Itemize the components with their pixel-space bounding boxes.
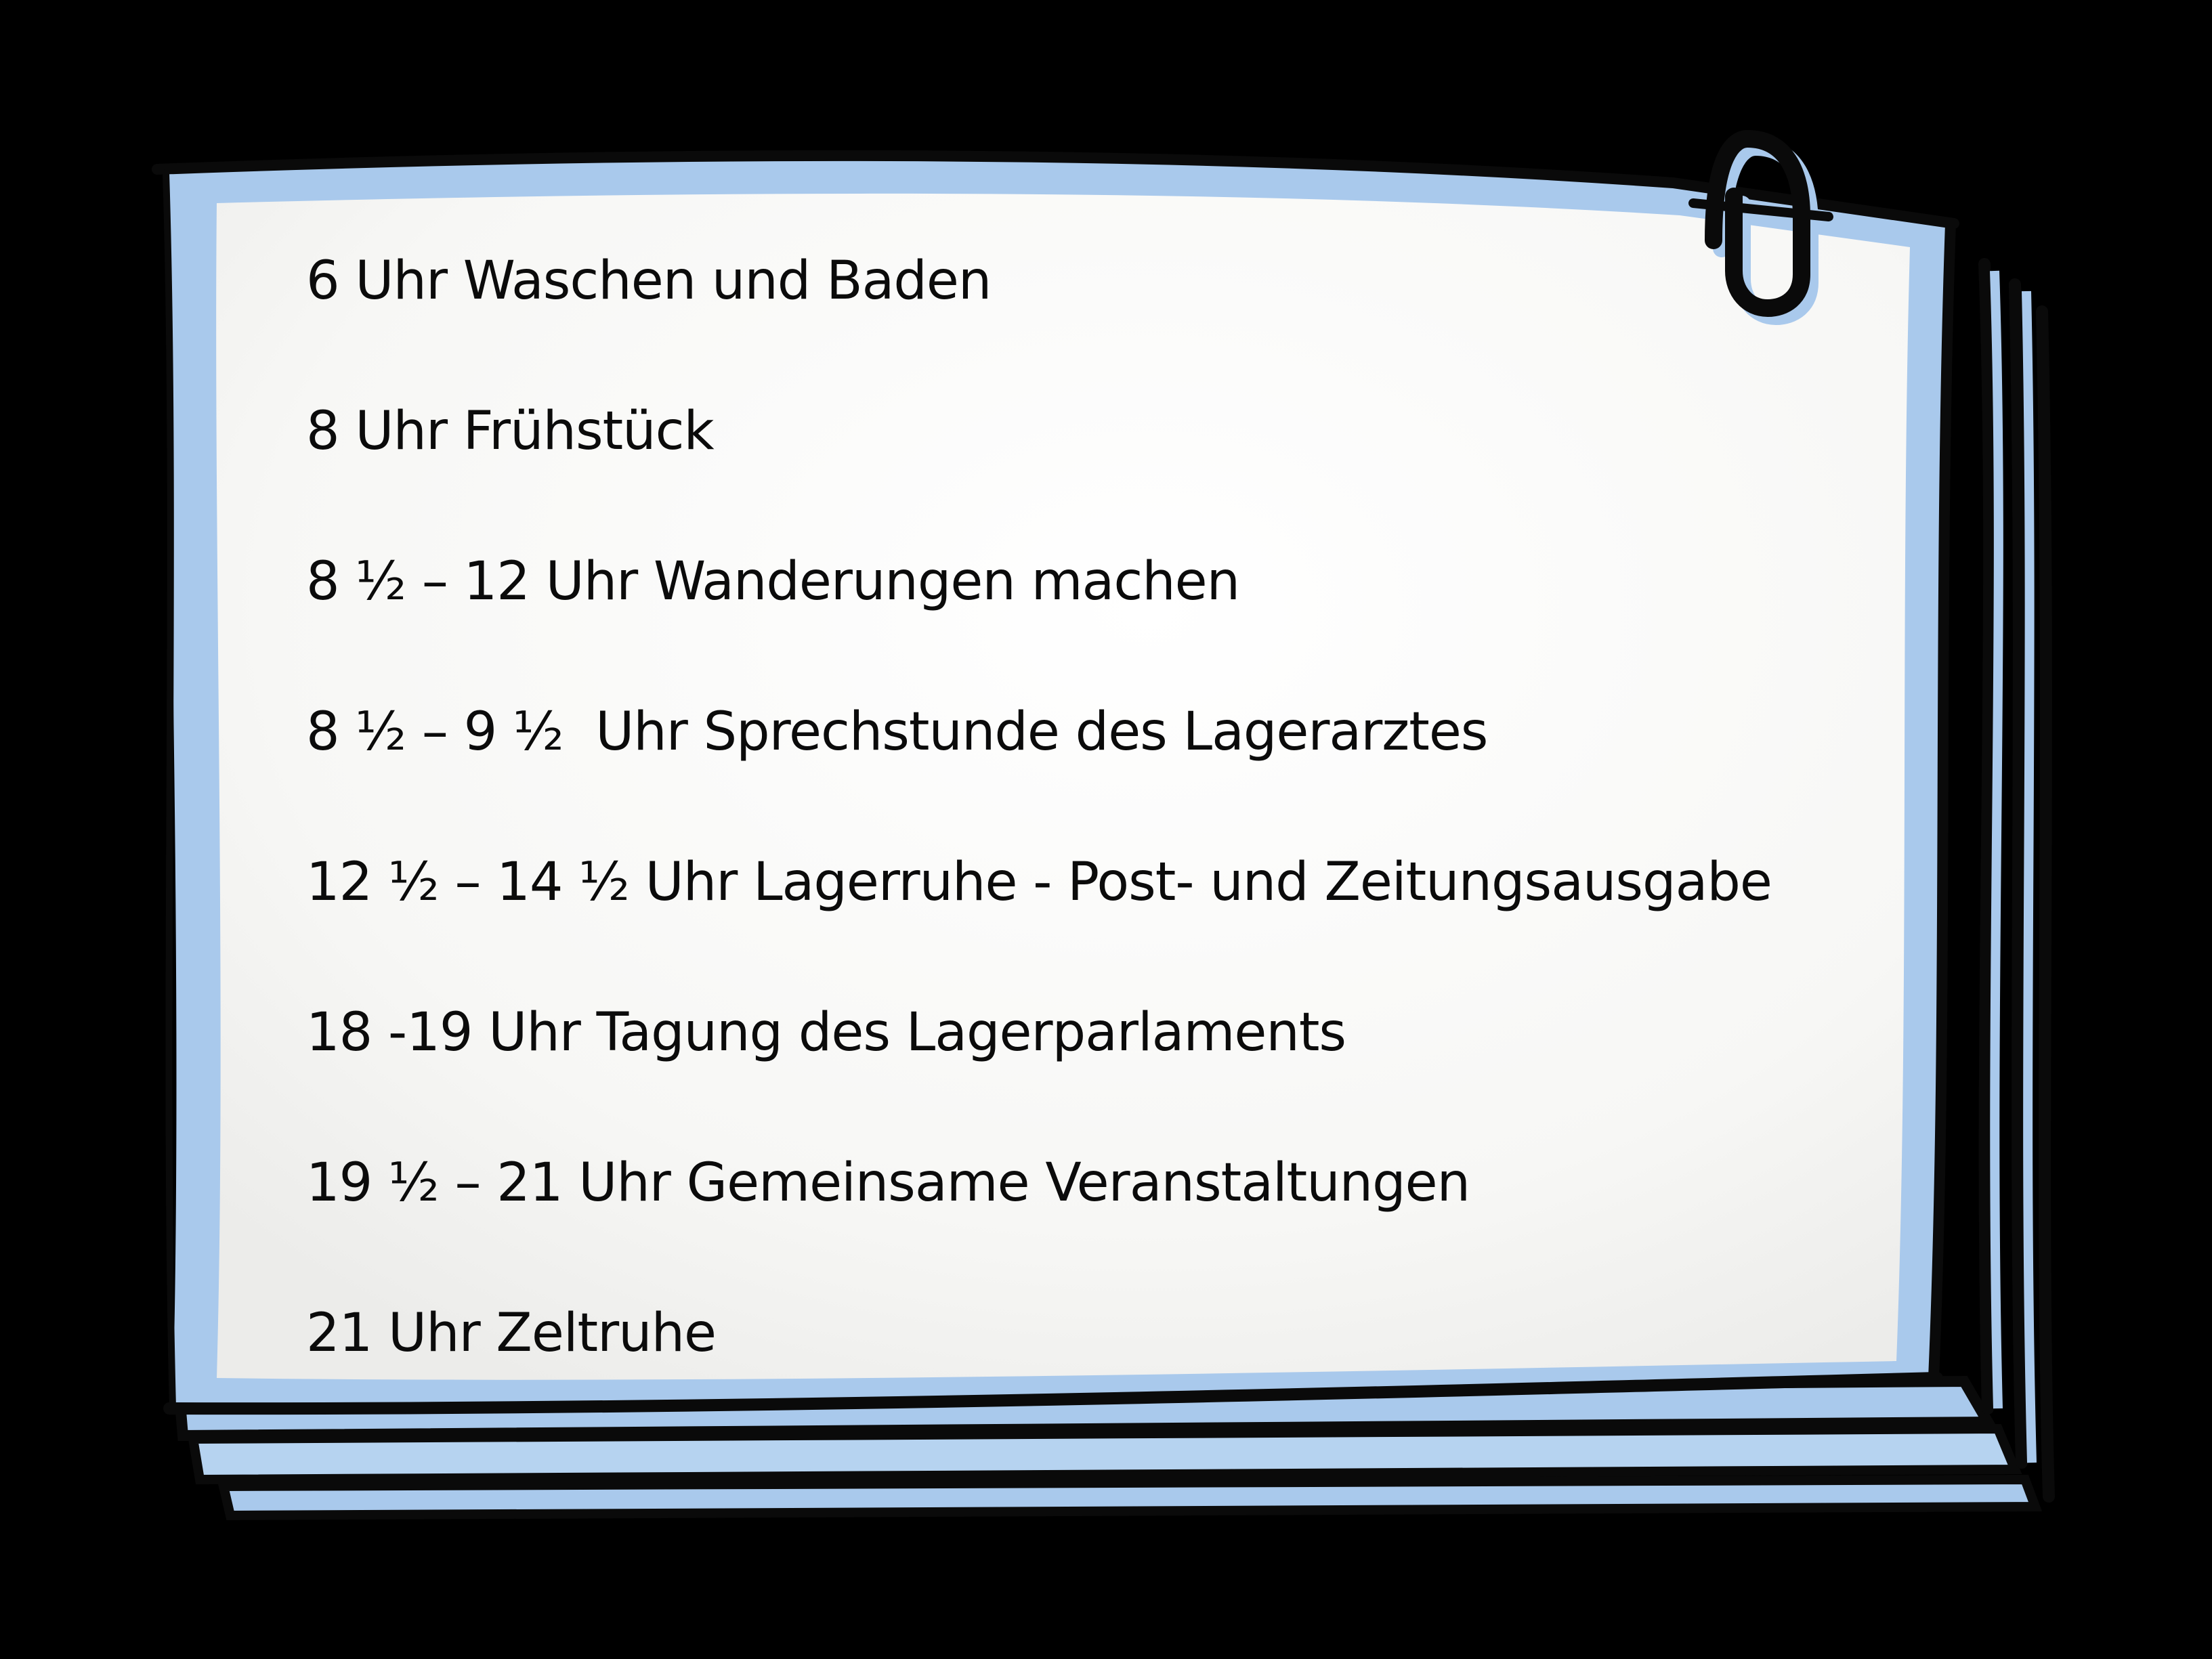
schedule-item: 8 ½ – 9 ½ Uhr Sprechstunde des Lagerarzt…	[306, 702, 1488, 762]
schedule-item: 6 Uhr Waschen und Baden	[306, 251, 992, 311]
schedule-item: 8 ½ – 12 Uhr Wanderungen machen	[306, 551, 1240, 612]
schedule-list: 6 Uhr Waschen und Baden 8 Uhr Frühstück …	[306, 230, 1932, 1433]
paper-outline-left	[163, 169, 176, 1410]
schedule-item: 21 Uhr Zeltruhe	[306, 1303, 717, 1364]
schedule-item: 19 ½ – 21 Uhr Gemeinsame Veranstaltungen	[306, 1152, 1470, 1213]
schedule-item: 18 -19 Uhr Tagung des Lagerparlaments	[306, 1002, 1346, 1063]
back-sheet-3	[217, 1474, 2043, 1521]
schedule-item: 8 Uhr Frühstück	[306, 401, 715, 462]
schedule-item: 12 ½ – 14 ½ Uhr Lagerruhe - Post- und Ze…	[306, 852, 1772, 913]
